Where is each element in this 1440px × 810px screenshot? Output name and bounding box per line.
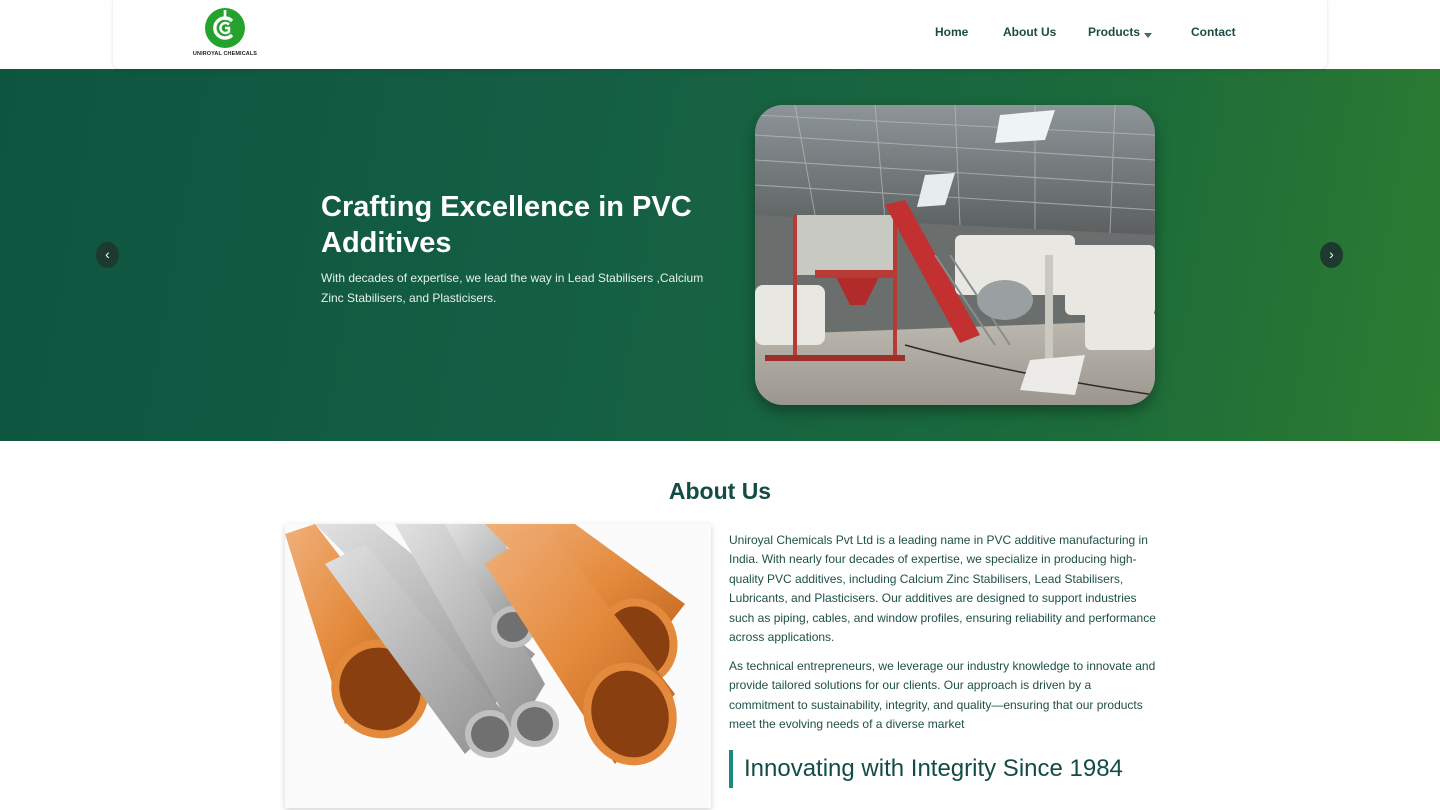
about-paragraph-2: As technical entrepreneurs, we leverage … [729, 659, 1156, 732]
pvc-pipes-image [285, 524, 711, 808]
hero-title: Crafting Excellence in PVC Additives [321, 191, 692, 259]
company-logo[interactable]: UNIROYAL CHEMICALS [191, 8, 259, 60]
nav-home[interactable]: Home [935, 25, 968, 39]
hero-carousel: ‹ Crafting Excellence in PVC Additives W… [0, 69, 1440, 441]
chevron-right-icon[interactable]: › [1320, 242, 1343, 268]
about-tagline: Innovating with Integrity Since 1984 [729, 750, 1123, 788]
factory-image [755, 105, 1155, 405]
logo-text: UNIROYAL CHEMICALS [192, 51, 258, 57]
hero-subtitle: With decades of expertise, we lead the w… [321, 271, 704, 305]
chevron-left-icon[interactable]: ‹ [96, 242, 119, 268]
nav-contact[interactable]: Contact [1191, 25, 1236, 39]
nav-products[interactable]: Products [1088, 25, 1140, 39]
site-header: UNIROYAL CHEMICALS Home About Us Product… [113, 0, 1327, 69]
nav-about-us[interactable]: About Us [1003, 25, 1056, 39]
caret-down-icon[interactable] [1144, 33, 1152, 38]
about-paragraph-1: Uniroyal Chemicals Pvt Ltd is a leading … [729, 533, 1156, 645]
logo-mark-icon [205, 8, 245, 48]
about-title: About Us [668, 478, 772, 504]
